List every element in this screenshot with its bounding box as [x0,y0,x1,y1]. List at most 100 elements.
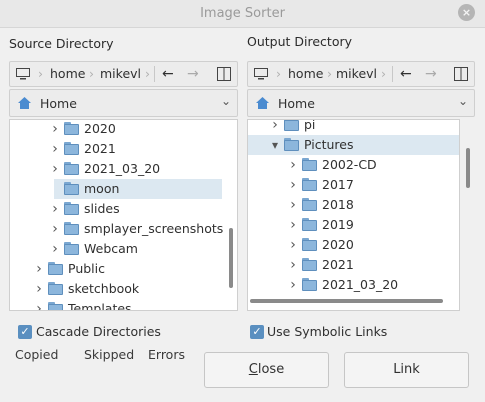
tree-item-label: Pictures [304,137,354,152]
chevron-right-icon[interactable]: › [50,219,60,239]
tree-row[interactable]: ▾ Pictures [248,135,459,155]
path-segment-home[interactable]: home [288,62,323,86]
arrow-left-icon[interactable]: ← [162,62,174,86]
errors-label: Errors [148,347,185,362]
folder-icon [302,198,317,211]
folder-icon [64,242,79,255]
folder-icon [284,120,299,131]
chevron-right-icon[interactable]: › [50,120,60,139]
tree-row[interactable]: › 2020 [248,235,459,255]
tree-item-label: sketchbook [68,281,140,296]
path-segment-home[interactable]: home [50,62,85,86]
chevron-right-icon[interactable]: › [50,159,60,179]
chevron-right-icon[interactable]: › [288,255,298,275]
tree-row[interactable]: › 2021 [10,139,237,159]
tree-item-label: 2021_03_20 [322,277,399,292]
window-title: Image Sorter [200,6,285,21]
chevron-right-icon[interactable]: › [34,299,44,310]
tree-item-label: moon [84,181,120,196]
chevron-right-icon[interactable]: › [288,195,298,215]
tree-row[interactable]: › Webcam [10,239,237,259]
folder-icon [64,122,79,135]
folder-icon [48,282,63,295]
tree-item-label: slides [84,201,120,216]
close-window-icon[interactable]: × [458,4,475,21]
close-button[interactable]: Close [204,352,329,388]
tree-row[interactable]: › sketchbook [10,279,237,299]
tree-item-label: 2002-CD [322,157,377,172]
tree-row[interactable]: › 2017 [248,175,459,195]
close-label: lose [257,362,285,377]
arrow-right-icon[interactable]: → [425,62,437,86]
folder-icon [64,162,79,175]
tree-row[interactable]: › 2002-CD [248,155,459,175]
chevron-right-icon[interactable]: › [270,120,280,135]
path-segment-user[interactable]: mikevl [100,62,141,86]
tree-item-label: Webcam [84,241,138,256]
output-location-select[interactable]: Home ⌄ [247,89,475,117]
chevron-right-icon[interactable]: › [288,175,298,195]
tree-row[interactable]: › 2018 [248,195,459,215]
source-location-select[interactable]: Home ⌄ [9,89,238,117]
source-scrollbar[interactable] [229,228,233,288]
split-pane-icon[interactable] [217,67,231,81]
tree-row[interactable]: › 2020 [10,120,237,139]
output-hscrollbar[interactable] [250,299,443,303]
folder-icon [64,222,79,235]
cascade-checkbox[interactable]: ✓ [18,325,32,339]
tree-row[interactable]: › 2021_03_20 [10,159,237,179]
output-tree[interactable]: › pi ▾ Pictures › 2002-CD › 2017 › 2018 › 2019 › 2020… [247,119,460,311]
chevron-right-icon[interactable]: › [288,235,298,255]
tree-item-label: pi [304,119,316,132]
folder-icon [302,278,317,291]
tree-row[interactable]: › 2021_03_20 [248,275,459,295]
tree-row[interactable]: › 2021 [248,255,459,275]
tree-row[interactable]: › smplayer_screenshots [10,219,237,239]
folder-icon [64,182,79,195]
tree-row[interactable]: › Public [10,259,237,279]
chevron-right-icon[interactable]: › [288,275,298,295]
tree-row[interactable]: moon [54,179,222,199]
title-bar: Image Sorter × [0,0,485,28]
tree-row[interactable]: › slides [10,199,237,219]
skipped-label: Skipped [84,347,135,362]
tree-row[interactable]: › Templates [10,299,237,311]
chevron-right-icon[interactable]: › [50,239,60,259]
output-location-label: Home [278,96,315,111]
folder-icon [64,202,79,215]
symlinks-label[interactable]: Use Symbolic Links [267,324,387,339]
tree-row[interactable]: › 2019 [248,215,459,235]
cascade-label[interactable]: Cascade Directories [36,324,161,339]
source-tree[interactable]: › 2020 › 2021 › 2021_03_20 moon › slides › smplaye… [9,119,238,311]
output-path-bar: › home › mikevl › ← → [247,61,475,87]
arrow-left-icon[interactable]: ← [400,62,412,86]
folder-icon [284,138,299,151]
chevron-right-icon[interactable]: › [50,139,60,159]
folder-icon [302,178,317,191]
tree-row[interactable]: › pi [248,119,459,135]
split-pane-icon[interactable] [454,67,468,81]
chevron-right-icon[interactable]: › [288,155,298,175]
tree-item-label: Templates [68,301,132,311]
tree-item-label: 2017 [322,177,354,192]
arrow-right-icon[interactable]: → [187,62,199,86]
folder-icon [64,142,79,155]
folder-icon [48,302,63,310]
chevron-right-icon[interactable]: › [34,279,44,299]
tree-item-label: 2020 [322,237,354,252]
source-location-label: Home [40,96,77,111]
tree-item-label: smplayer_screenshots [84,221,224,236]
computer-icon[interactable] [254,68,268,80]
tree-item-label: 2021_03_20 [84,161,161,176]
chevron-down-icon: ⌄ [220,94,231,108]
source-path-bar: › home › mikevl › ← → [9,61,238,87]
chevron-down-icon[interactable]: ▾ [270,135,280,155]
symlinks-checkbox[interactable]: ✓ [250,325,264,339]
output-vscrollbar[interactable] [466,148,470,188]
computer-icon[interactable] [16,68,30,80]
link-button[interactable]: Link [344,352,469,388]
path-segment-user[interactable]: mikevl [336,62,377,86]
chevron-right-icon[interactable]: › [288,215,298,235]
chevron-right-icon[interactable]: › [50,199,60,219]
chevron-right-icon[interactable]: › [34,259,44,279]
